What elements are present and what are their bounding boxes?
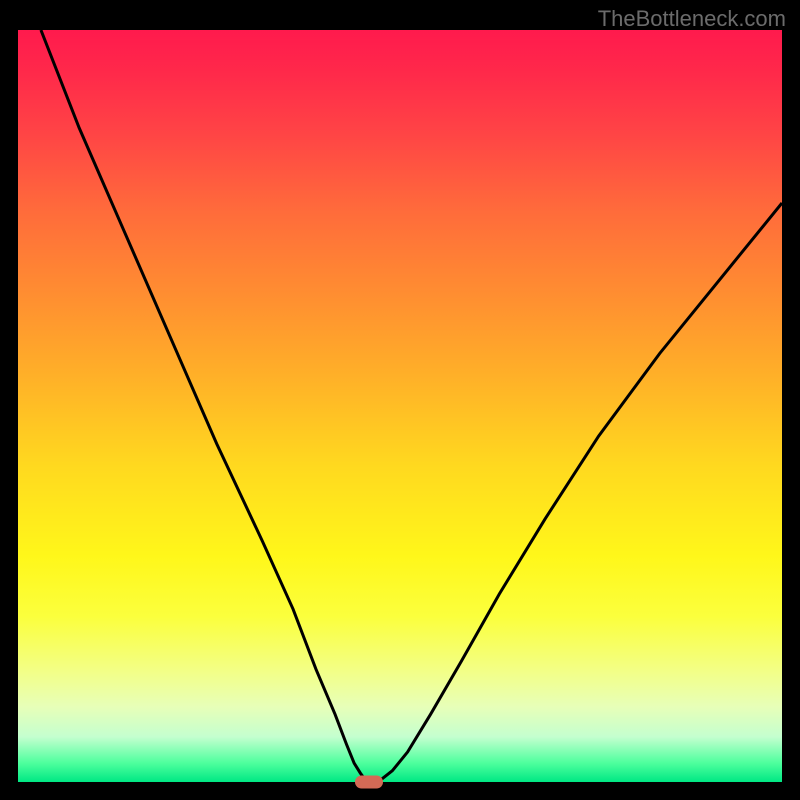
- curve-right-path: [373, 203, 782, 782]
- watermark-text: TheBottleneck.com: [598, 6, 786, 32]
- curve-left-path: [41, 30, 373, 782]
- chart-plot-area: [18, 30, 782, 782]
- optimal-marker: [355, 776, 383, 789]
- bottleneck-curve: [18, 30, 782, 782]
